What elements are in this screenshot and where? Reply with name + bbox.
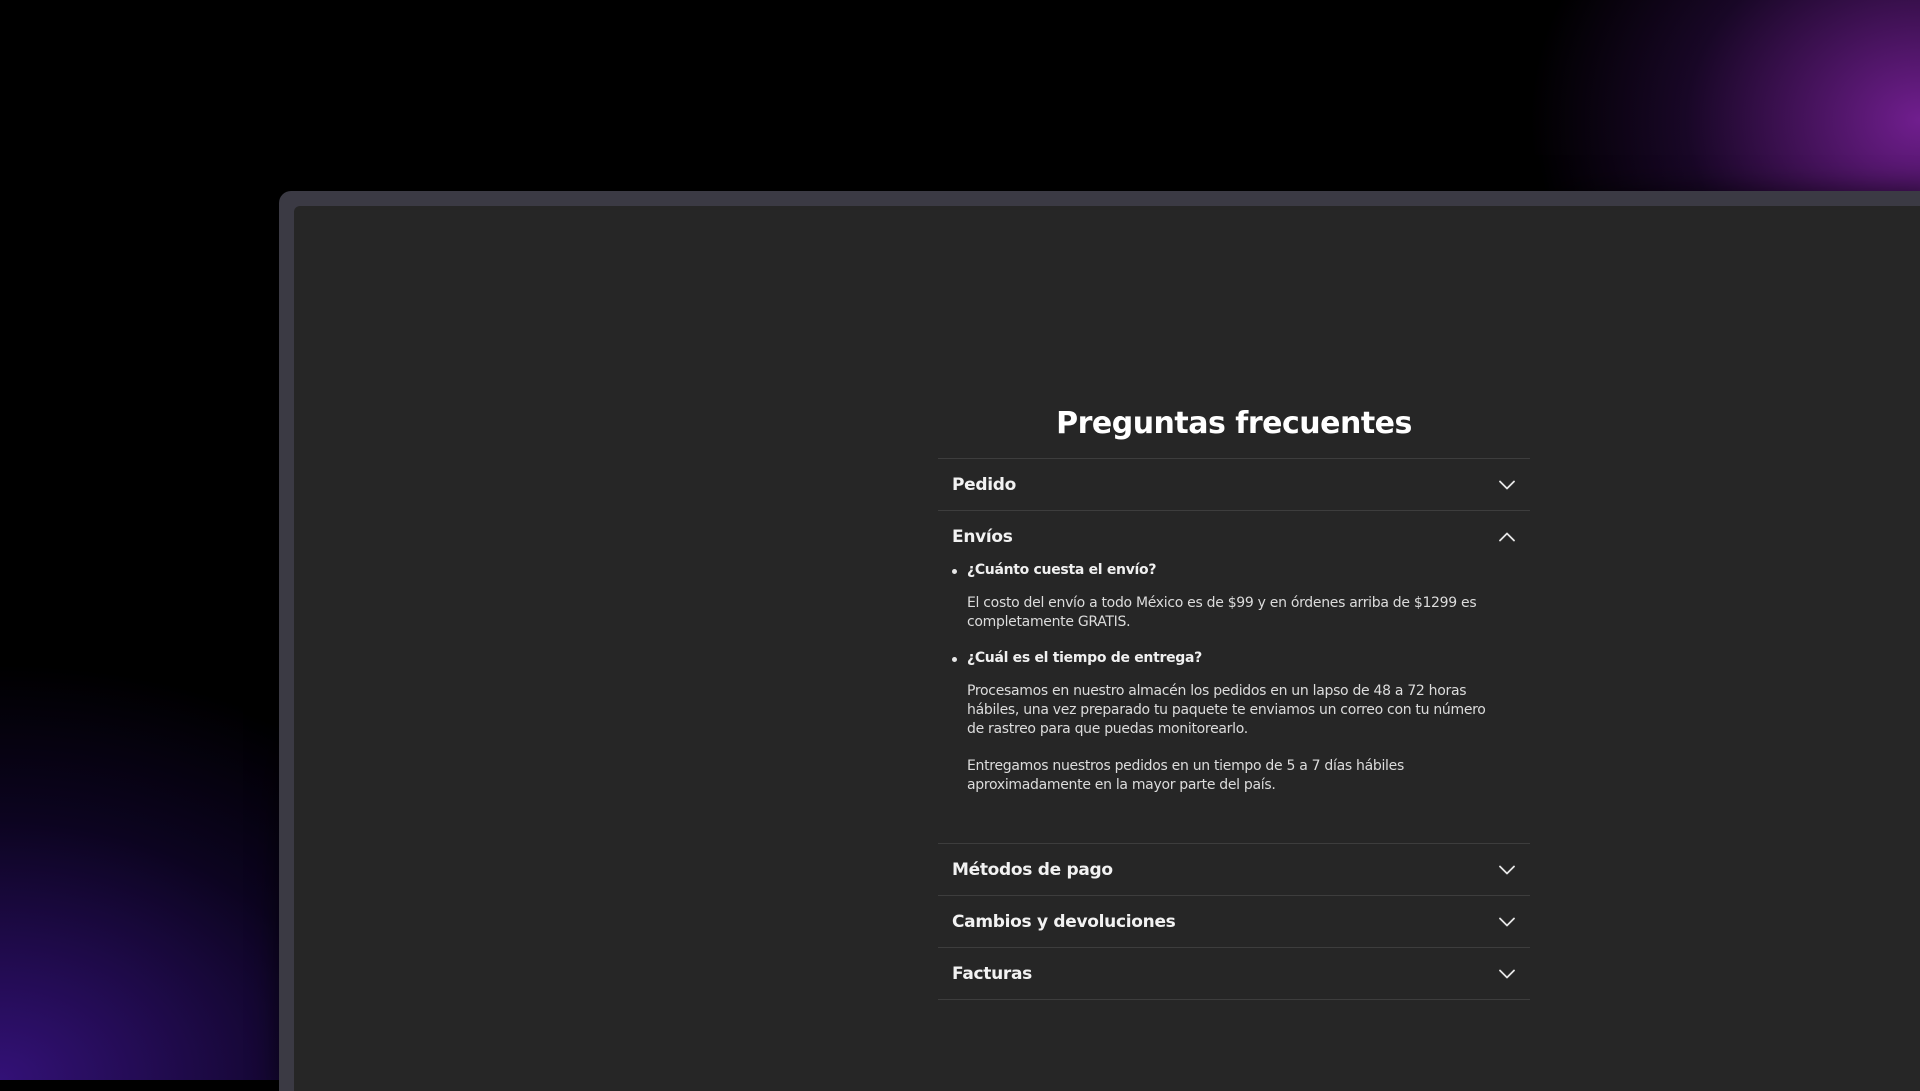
chevron-down-icon xyxy=(1498,965,1516,983)
faq-accordion: Pedido Envíos ¿Cuánto cuesta el envío? E… xyxy=(938,458,1530,1000)
faq-toggle-metodos-de-pago[interactable]: Métodos de pago xyxy=(938,844,1530,895)
faq-header-label: Pedido xyxy=(952,474,1017,495)
list-item: ¿Cuál es el tiempo de entrega? Procesamo… xyxy=(952,650,1500,795)
chevron-down-icon xyxy=(1498,913,1516,931)
device-frame: Preguntas frecuentes Pedido Envíos ¿Cuán… xyxy=(279,191,1920,1091)
chevron-down-icon xyxy=(1498,861,1516,879)
faq-toggle-envios[interactable]: Envíos xyxy=(938,511,1530,562)
answer-text: El costo del envío a todo México es de $… xyxy=(967,595,1477,630)
faq-section: Preguntas frecuentes Pedido Envíos ¿Cuán… xyxy=(938,406,1530,1000)
faq-header-label: Cambios y devoluciones xyxy=(952,911,1176,932)
browser-viewport: Preguntas frecuentes Pedido Envíos ¿Cuán… xyxy=(294,206,1920,1091)
faq-item-cambios-y-devoluciones: Cambios y devoluciones xyxy=(938,896,1530,948)
faq-answer-panel: ¿Cuánto cuesta el envío? El costo del en… xyxy=(938,562,1530,843)
question-text: ¿Cuál es el tiempo de entrega? xyxy=(967,650,1202,666)
faq-header-label: Facturas xyxy=(952,963,1032,984)
faq-toggle-facturas[interactable]: Facturas xyxy=(938,948,1530,999)
chevron-up-icon xyxy=(1498,528,1516,546)
question-list: ¿Cuánto cuesta el envío? El costo del en… xyxy=(952,562,1500,795)
list-item: ¿Cuánto cuesta el envío? El costo del en… xyxy=(952,562,1500,632)
faq-item-envios: Envíos ¿Cuánto cuesta el envío? El costo… xyxy=(938,511,1530,844)
faq-toggle-pedido[interactable]: Pedido xyxy=(938,459,1530,510)
chevron-down-icon xyxy=(1498,476,1516,494)
faq-item-pedido: Pedido xyxy=(938,459,1530,511)
faq-header-label: Métodos de pago xyxy=(952,859,1113,880)
faq-toggle-cambios-y-devoluciones[interactable]: Cambios y devoluciones xyxy=(938,896,1530,947)
question-text: ¿Cuánto cuesta el envío? xyxy=(967,562,1157,578)
faq-item-facturas: Facturas xyxy=(938,948,1530,1000)
page-title: Preguntas frecuentes xyxy=(1056,406,1412,441)
answer-text: Entregamos nuestros pedidos en un tiempo… xyxy=(967,758,1404,793)
faq-item-metodos-de-pago: Métodos de pago xyxy=(938,844,1530,896)
faq-header-label: Envíos xyxy=(952,526,1013,547)
answer-text: Procesamos en nuestro almacén los pedido… xyxy=(967,683,1486,737)
